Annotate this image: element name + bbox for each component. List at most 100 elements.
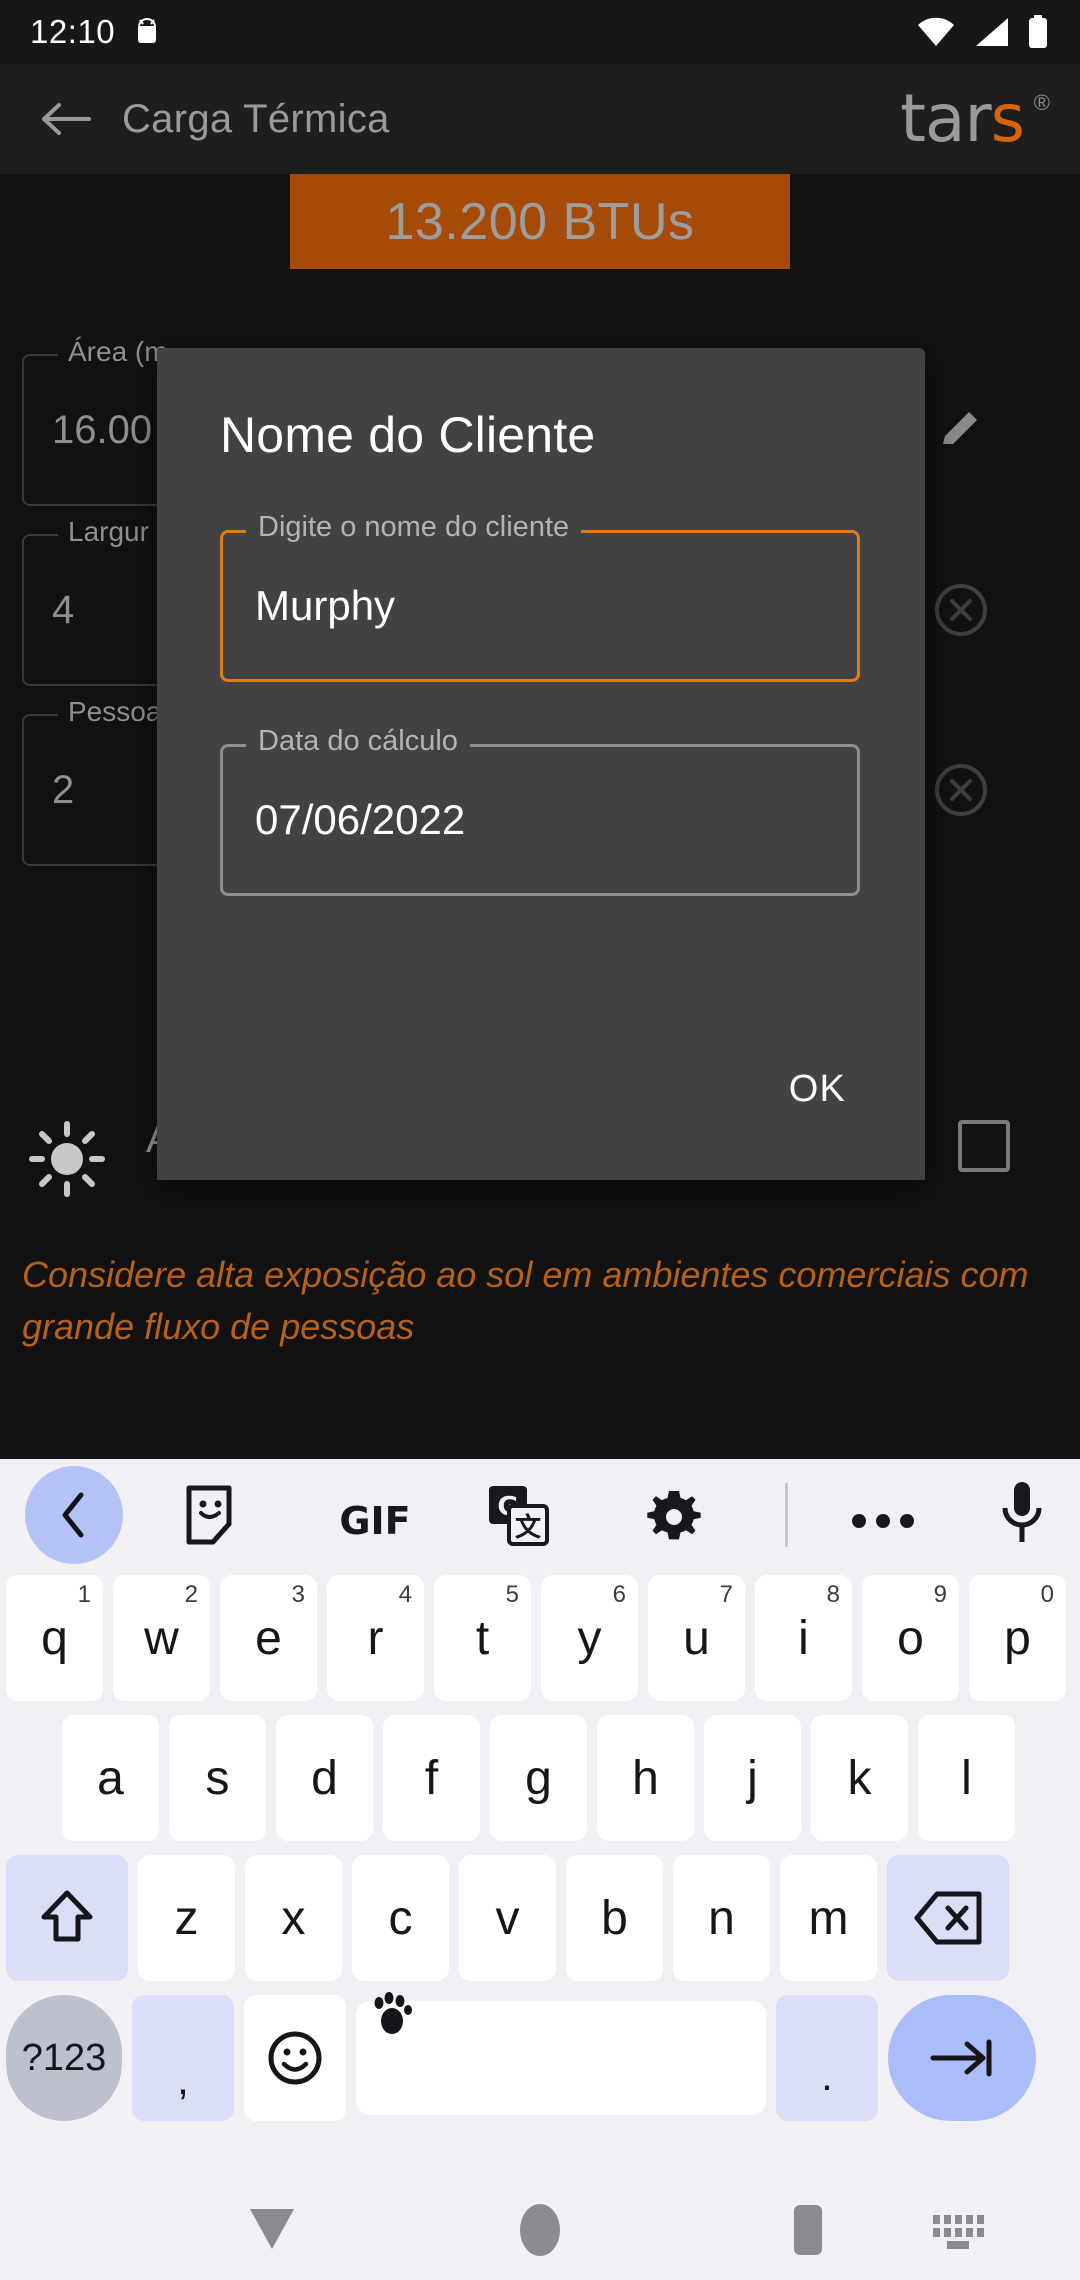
calc-date-value: 07/06/2022 — [255, 796, 466, 843]
key-i[interactable]: i8 — [755, 1575, 852, 1701]
key-l[interactable]: l — [918, 1715, 1015, 1841]
key-number-hint: 2 — [184, 1581, 198, 1608]
key-p[interactable]: p0 — [969, 1575, 1066, 1701]
recents-square-icon[interactable] — [758, 2180, 858, 2280]
home-circle-icon[interactable] — [490, 2180, 590, 2280]
key-label: c — [388, 1891, 413, 1945]
client-name-field-wrap: Murphy Digite o nome do cliente — [220, 511, 860, 682]
key-label: h — [632, 1751, 659, 1805]
key-g[interactable]: g — [490, 1715, 587, 1841]
wifi-icon — [916, 16, 956, 48]
key-number-hint: 6 — [612, 1581, 626, 1608]
key-label: e — [255, 1611, 282, 1665]
key-number-hint: 5 — [505, 1581, 519, 1608]
calc-date-field-wrap: 07/06/2022 Data do cálculo — [220, 725, 860, 896]
keyboard-row-1: q1w2e3r4t5y6u7i8o9p0 — [0, 1575, 1080, 1701]
key-label: u — [683, 1611, 710, 1665]
key-k[interactable]: k — [811, 1715, 908, 1841]
key-d[interactable]: d — [276, 1715, 373, 1841]
key-label: f — [424, 1751, 439, 1805]
key-label: m — [808, 1891, 849, 1945]
microphone-icon[interactable] — [982, 1473, 1062, 1553]
on-screen-keyboard: GIF G 文 — [0, 1459, 1080, 2180]
keyboard-row-3: zxc v b n m — [0, 1855, 1080, 1981]
key-v[interactable]: v — [459, 1855, 556, 1981]
key-r[interactable]: r4 — [327, 1575, 424, 1701]
key-o[interactable]: o9 — [862, 1575, 959, 1701]
key-number-hint: 7 — [719, 1581, 733, 1608]
key-number-hint: 0 — [1040, 1581, 1054, 1608]
client-name-value: Murphy — [255, 582, 396, 629]
keyboard-row-2: asd fgh jkl — [0, 1715, 1080, 1841]
keyboard-row-4: ?123 , . — [0, 1992, 1080, 2121]
key-label: n — [708, 1891, 735, 1945]
calc-date-input[interactable]: 07/06/2022 — [220, 744, 860, 896]
chevron-left-icon[interactable] — [25, 1466, 123, 1564]
status-bar-left: 12:10 — [30, 13, 161, 51]
comma-key[interactable]: , — [132, 1995, 234, 2121]
key-number-hint: 3 — [291, 1581, 305, 1608]
key-m[interactable]: m — [780, 1855, 877, 1981]
google-translate-icon[interactable]: G 文 — [478, 1475, 558, 1555]
key-n[interactable]: n — [673, 1855, 770, 1981]
key-label: v — [495, 1891, 520, 1945]
enter-key[interactable] — [888, 1995, 1036, 2121]
cellular-signal-icon — [972, 16, 1010, 48]
more-horizontal-icon[interactable] — [838, 1481, 928, 1561]
key-label: w — [144, 1611, 179, 1665]
key-number-hint: 9 — [933, 1581, 947, 1608]
key-x[interactable]: x — [245, 1855, 342, 1981]
period-key[interactable]: . — [776, 1995, 878, 2121]
key-label: r — [367, 1611, 384, 1665]
key-w[interactable]: w2 — [113, 1575, 210, 1701]
key-label: l — [961, 1751, 972, 1805]
ok-button[interactable]: OK — [765, 1054, 870, 1125]
key-label: d — [311, 1751, 338, 1805]
key-label: o — [897, 1611, 924, 1665]
key-label: y — [577, 1611, 602, 1665]
key-label: t — [475, 1611, 490, 1665]
key-label: p — [1004, 1611, 1031, 1665]
key-t[interactable]: t5 — [434, 1575, 531, 1701]
back-triangle-icon[interactable] — [222, 2180, 322, 2280]
client-name-dialog: Nome do Cliente Murphy Digite o nome do … — [157, 348, 925, 1180]
key-z[interactable]: z — [138, 1855, 235, 1981]
key-y[interactable]: y6 — [541, 1575, 638, 1701]
client-name-label: Digite o nome do cliente — [246, 511, 582, 544]
sticker-icon[interactable] — [172, 1475, 252, 1555]
svg-text:GIF: GIF — [339, 1499, 410, 1543]
gif-icon[interactable]: GIF — [320, 1481, 430, 1561]
key-a[interactable]: a — [62, 1715, 159, 1841]
emoji-key[interactable] — [244, 1995, 346, 2121]
keyboard-toolbar: GIF G 文 — [0, 1459, 1080, 1571]
key-c[interactable]: c — [352, 1855, 449, 1981]
key-number-hint: 1 — [77, 1581, 91, 1608]
status-bar-clock: 12:10 — [30, 13, 116, 50]
gear-icon[interactable] — [634, 1477, 714, 1557]
key-q[interactable]: q1 — [6, 1575, 103, 1701]
key-number-hint: 8 — [826, 1581, 840, 1608]
key-b[interactable]: b — [566, 1855, 663, 1981]
key-label: j — [747, 1751, 758, 1805]
key-u[interactable]: u7 — [648, 1575, 745, 1701]
period-key-label: . — [821, 2052, 833, 2099]
keyboard-switch-icon[interactable] — [908, 2180, 1008, 2280]
symbols-key[interactable]: ?123 — [6, 1995, 122, 2121]
system-nav-bar — [0, 2180, 1080, 2280]
backspace-key[interactable] — [887, 1855, 1009, 1981]
key-f[interactable]: f — [383, 1715, 480, 1841]
key-e[interactable]: e3 — [220, 1575, 317, 1701]
status-bar: 12:10 — [0, 0, 1080, 64]
shift-key[interactable] — [6, 1855, 128, 1981]
key-label: i — [798, 1611, 809, 1665]
space-key[interactable] — [356, 1992, 766, 2115]
key-j[interactable]: j — [704, 1715, 801, 1841]
key-label: a — [97, 1751, 124, 1805]
key-h[interactable]: h — [597, 1715, 694, 1841]
android-debug-icon — [133, 17, 161, 47]
key-s[interactable]: s — [169, 1715, 266, 1841]
key-label: q — [41, 1611, 68, 1665]
key-label: b — [601, 1891, 628, 1945]
battery-icon — [1026, 15, 1050, 49]
client-name-input[interactable]: Murphy — [220, 530, 860, 682]
